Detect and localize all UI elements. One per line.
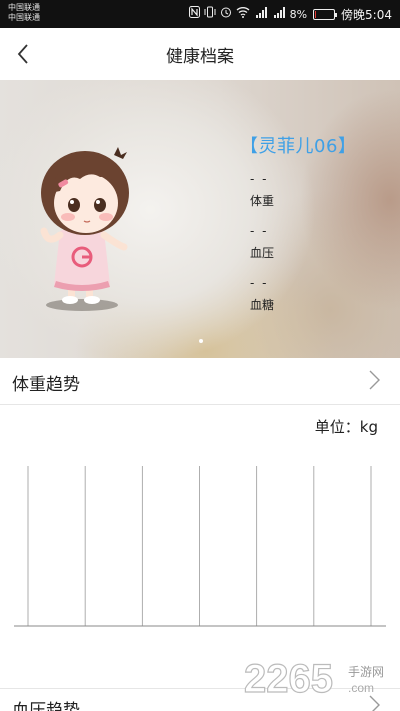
blood-pressure-value: - - <box>250 224 269 238</box>
blood-pressure-trend-title: 血压趋势 <box>12 701 80 711</box>
battery-level <box>315 10 317 18</box>
weight-stat: - - 体重 <box>250 172 274 209</box>
weight-trend-header[interactable]: 体重趋势 <box>0 358 400 404</box>
battery-percent: 8% <box>289 7 308 21</box>
nav-bar: 健康档案 <box>0 28 400 80</box>
weight-label: 体重 <box>250 194 275 208</box>
vibrate-icon <box>204 6 216 22</box>
nfc-icon <box>188 6 200 22</box>
status-icons: 8% 傍晚5:04 <box>188 5 392 23</box>
page-title: 健康档案 <box>166 47 234 67</box>
blood-sugar-label: 血糖 <box>250 298 275 312</box>
carrier-info: 中国联通 中国联通 <box>8 3 40 23</box>
weight-unit-label: 单位：kg <box>314 418 378 436</box>
profile-name: 【灵菲儿06】 <box>240 136 357 157</box>
watermark-number: 2265 <box>244 657 333 701</box>
page-indicator-dot[interactable] <box>199 339 203 343</box>
clock: 傍晚5:04 <box>341 7 392 22</box>
battery-icon <box>313 8 338 20</box>
watermark-tagline: 手游网 <box>348 665 384 679</box>
carrier-1: 中国联通 <box>8 3 40 12</box>
watermark-suffix: .com <box>348 681 374 695</box>
status-bar: 中国联通 中国联通 8% 傍晚5:04 <box>0 0 400 28</box>
weight-trend-title: 体重趋势 <box>12 375 80 395</box>
chevron-right-icon <box>369 370 380 390</box>
wifi-icon <box>236 6 250 22</box>
divider <box>0 404 400 405</box>
profile-banner[interactable]: 【灵菲儿06】 - - 体重 - - 血压 - - 血糖 <box>0 80 400 358</box>
carrier-2: 中国联通 <box>8 13 40 22</box>
weight-trend-chart <box>14 466 386 627</box>
blood-pressure-stat: - - 血压 <box>250 224 274 261</box>
signal-4g-icon <box>254 6 268 22</box>
cartoon-avatar <box>40 147 129 311</box>
signal-3g-icon <box>272 6 286 22</box>
blood-sugar-stat: - - 血糖 <box>250 276 274 313</box>
blood-sugar-value: - - <box>250 276 269 290</box>
blood-pressure-label: 血压 <box>250 246 275 260</box>
alarm-icon <box>220 6 232 22</box>
weight-value: - - <box>250 172 269 186</box>
site-watermark: 2265 手游网 .com <box>244 656 384 701</box>
